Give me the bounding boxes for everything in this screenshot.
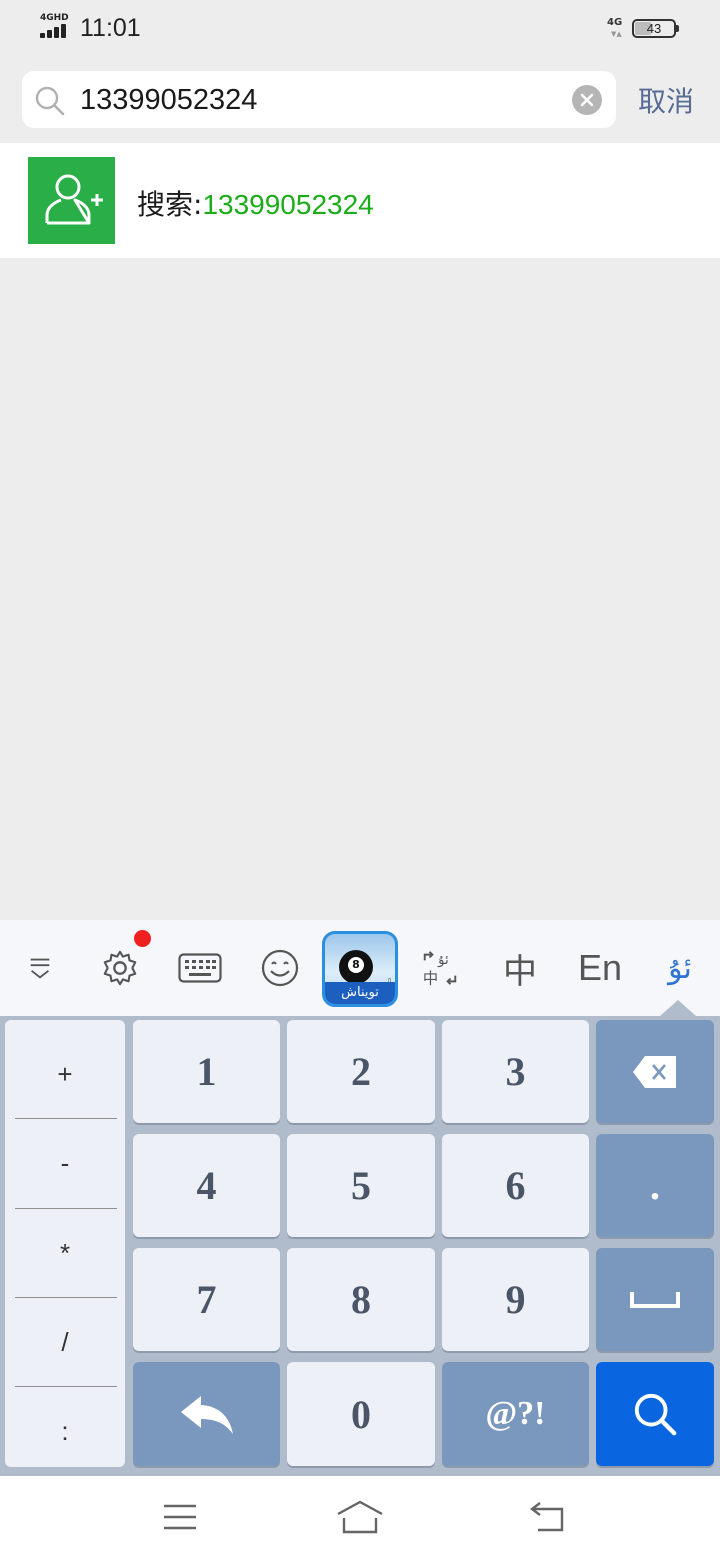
dot-key[interactable]: . [596, 1134, 714, 1237]
menu-button[interactable] [150, 1492, 210, 1542]
translate-button[interactable]: ئۇ 中 [400, 920, 480, 1016]
clock: 11:01 [80, 14, 141, 42]
collapse-icon [30, 958, 50, 979]
keyboard-icon [178, 953, 222, 983]
back-icon [530, 1502, 564, 1532]
key-6[interactable]: 6 [442, 1134, 589, 1237]
clear-search-button[interactable] [572, 85, 602, 115]
colon-key[interactable]: : [15, 1387, 115, 1476]
add-contact-icon [28, 157, 115, 244]
english-input-button[interactable]: En [560, 920, 640, 1016]
billiard-ball-icon: 8 [339, 950, 373, 984]
backspace-key[interactable] [596, 1020, 714, 1123]
search-icon [35, 86, 65, 116]
active-layout-indicator [660, 1000, 696, 1016]
key-5[interactable]: 5 [287, 1134, 435, 1237]
status-bar: 4GHD 11:01 4G ▼▲ 43 [0, 0, 720, 58]
gear-icon [103, 950, 137, 986]
key-8[interactable]: 8 [287, 1248, 435, 1351]
collapse-keyboard-button[interactable] [0, 920, 80, 1016]
battery-percent: 43 [646, 21, 662, 36]
billiards-app-shortcut[interactable]: 8 ☝ تويناش [322, 931, 398, 1007]
search-icon [634, 1393, 677, 1436]
reply-arrow-icon [180, 1396, 233, 1434]
key-2[interactable]: 2 [287, 1020, 435, 1123]
key-7[interactable]: 7 [133, 1248, 280, 1351]
navigation-bar [0, 1476, 720, 1560]
plus-key[interactable]: + [15, 1030, 115, 1119]
space-icon [630, 1291, 680, 1308]
back-button[interactable] [518, 1492, 578, 1542]
minus-key[interactable]: - [15, 1119, 115, 1208]
operator-column[interactable]: + - * / : [5, 1020, 125, 1467]
network-type-label: 4GHD [40, 13, 69, 23]
menu-icon [164, 1504, 196, 1530]
key-1[interactable]: 1 [133, 1020, 280, 1123]
search-key[interactable] [596, 1362, 714, 1466]
home-icon [337, 1500, 383, 1534]
search-result-prefix: 搜索: [137, 188, 203, 221]
key-9[interactable]: 9 [442, 1248, 589, 1351]
translate-icon: ئۇ 中 [423, 951, 457, 987]
symbols-key[interactable]: @?! [442, 1362, 589, 1466]
cancel-button[interactable]: 取消 [638, 80, 694, 120]
space-key[interactable] [596, 1248, 714, 1351]
signal-icon [40, 24, 72, 38]
svg-text:中: 中 [423, 969, 438, 987]
divide-key[interactable]: / [15, 1298, 115, 1387]
notification-dot [134, 930, 151, 947]
key-3[interactable]: 3 [442, 1020, 589, 1123]
search-input[interactable] [80, 78, 560, 122]
return-key[interactable] [133, 1362, 280, 1466]
multiply-key[interactable]: * [15, 1209, 115, 1298]
search-result-label: 搜索:13399052324 [137, 183, 374, 223]
home-button[interactable] [330, 1492, 390, 1542]
data-arrows-icon: ▼▲ [611, 30, 622, 38]
battery-icon: 43 [632, 19, 679, 38]
key-4[interactable]: 4 [133, 1134, 280, 1237]
backspace-icon [633, 1055, 676, 1088]
chinese-input-button[interactable]: 中 [480, 920, 560, 1016]
network-4g-label: 4G [607, 17, 623, 28]
search-result-query: 13399052324 [202, 189, 374, 220]
close-icon [580, 93, 594, 107]
smiley-icon [261, 949, 299, 987]
keyboard-switch-button[interactable] [160, 920, 240, 1016]
key-0[interactable]: 0 [287, 1362, 435, 1466]
svg-text:ئۇ: ئۇ [437, 953, 449, 968]
app-shortcut-label: تويناش [325, 982, 395, 1004]
emoji-button[interactable] [240, 920, 320, 1016]
search-result-row[interactable]: 搜索:13399052324 [0, 143, 720, 258]
